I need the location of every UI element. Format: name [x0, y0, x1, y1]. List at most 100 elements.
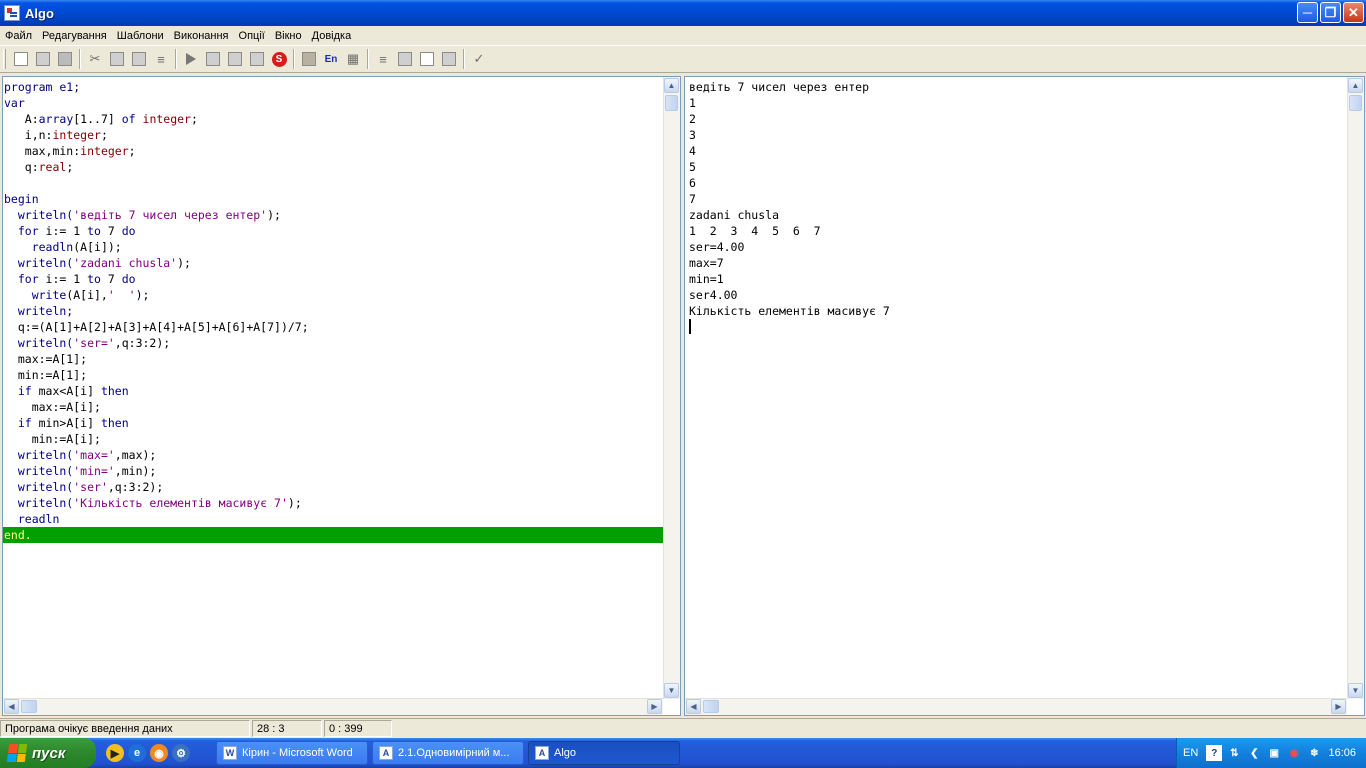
save-icon[interactable]: [55, 49, 75, 69]
code-line[interactable]: writeln('zadani chusla');: [3, 255, 663, 271]
scroll-thumb[interactable]: [665, 95, 678, 111]
code-line[interactable]: if min>A[i] then: [3, 415, 663, 431]
input-line[interactable]: [688, 319, 890, 335]
list-icon[interactable]: ≡: [373, 49, 393, 69]
code-token: to: [87, 224, 101, 238]
media-player-icon[interactable]: ▶: [106, 744, 124, 762]
code-line[interactable]: writeln;: [3, 303, 663, 319]
step-into-icon[interactable]: [225, 49, 245, 69]
output-vertical-scrollbar[interactable]: ▲ ▼: [1347, 77, 1364, 699]
tray-arrows-icon[interactable]: ⇅: [1226, 745, 1242, 761]
format-icon[interactable]: ≡: [151, 49, 171, 69]
menu-window[interactable]: Вікно: [270, 30, 307, 42]
taskbar-item-algo[interactable]: A Algo: [528, 741, 680, 765]
code-line[interactable]: write(A[i],' ');: [3, 287, 663, 303]
menu-edit[interactable]: Редагування: [37, 30, 112, 42]
code-lines[interactable]: program e1; var A:array[1..7] of integer;…: [3, 79, 663, 543]
code-line[interactable]: q:=(A[1]+A[2]+A[3]+A[4]+A[5]+A[6]+A[7])/…: [3, 319, 663, 335]
menu-templates[interactable]: Шаблони: [112, 30, 169, 42]
code-line[interactable]: writeln('ведіть 7 чисел через ентер');: [3, 207, 663, 223]
cut-icon[interactable]: ✂: [85, 49, 105, 69]
code-line[interactable]: max:=A[1];: [3, 351, 663, 367]
code-line-current[interactable]: end.: [3, 527, 663, 543]
document-icon[interactable]: [417, 49, 437, 69]
code-line[interactable]: writeln('min=',min);: [3, 463, 663, 479]
volume-icon[interactable]: ❄: [1306, 745, 1322, 761]
trace-icon[interactable]: [247, 49, 267, 69]
network-icon[interactable]: ▣: [1266, 745, 1282, 761]
window-icon[interactable]: [395, 49, 415, 69]
settings-icon[interactable]: ⚙: [172, 744, 190, 762]
code-line[interactable]: q:real;: [3, 159, 663, 175]
scroll-left-icon[interactable]: ◀: [4, 699, 19, 714]
code-line[interactable]: readln(A[i]);: [3, 239, 663, 255]
step-icon[interactable]: [203, 49, 223, 69]
scroll-down-icon[interactable]: ▼: [664, 683, 679, 698]
menu-help[interactable]: Довідка: [307, 30, 357, 42]
editor-vertical-scrollbar[interactable]: ▲ ▼: [663, 77, 680, 699]
scroll-thumb[interactable]: [1349, 95, 1362, 111]
scroll-right-icon[interactable]: ▶: [647, 699, 662, 714]
taskbar-item-word[interactable]: W Кірин - Microsoft Word: [216, 741, 368, 765]
language-icon[interactable]: En: [321, 49, 341, 69]
code-line[interactable]: writeln('ser=',q:3:2);: [3, 335, 663, 351]
menu-options[interactable]: Опції: [234, 30, 270, 42]
scroll-up-icon[interactable]: ▲: [664, 78, 679, 93]
browser-icon[interactable]: ◉: [150, 744, 168, 762]
grid-icon[interactable]: ▦: [343, 49, 363, 69]
tray-expand-icon[interactable]: ❮: [1246, 745, 1262, 761]
scroll-thumb[interactable]: [703, 700, 719, 713]
help-icon[interactable]: ?: [1206, 745, 1223, 761]
internet-explorer-icon[interactable]: e: [128, 744, 146, 762]
stop-icon[interactable]: S: [269, 49, 289, 69]
scroll-left-icon[interactable]: ◀: [686, 699, 701, 714]
start-button[interactable]: пуск: [0, 738, 96, 768]
toolbar-grip[interactable]: [3, 49, 6, 69]
maximize-button[interactable]: ❐: [1320, 2, 1341, 23]
editor-horizontal-scrollbar[interactable]: ◀ ▶: [3, 698, 663, 715]
antivirus-icon[interactable]: ◉: [1286, 745, 1302, 761]
scroll-up-icon[interactable]: ▲: [1348, 78, 1363, 93]
menu-file[interactable]: Файл: [0, 30, 37, 42]
menu-run[interactable]: Виконання: [169, 30, 234, 42]
help-icon[interactable]: ✓: [469, 49, 489, 69]
code-line[interactable]: writeln('max=',max);: [3, 447, 663, 463]
code-line[interactable]: A:array[1..7] of integer;: [3, 111, 663, 127]
title-bar[interactable]: Algo ─ ❐ ✕: [0, 0, 1366, 26]
output-horizontal-scrollbar[interactable]: ◀ ▶: [685, 698, 1347, 715]
code-line[interactable]: writeln('ser',q:3:2);: [3, 479, 663, 495]
scroll-right-icon[interactable]: ▶: [1331, 699, 1346, 714]
code-line[interactable]: begin: [3, 191, 663, 207]
output-icon[interactable]: [439, 49, 459, 69]
code-line[interactable]: max:=A[i];: [3, 399, 663, 415]
code-line[interactable]: for i:= 1 to 7 do: [3, 223, 663, 239]
code-line[interactable]: min:=A[1];: [3, 367, 663, 383]
scroll-down-icon[interactable]: ▼: [1348, 683, 1363, 698]
minimize-button[interactable]: ─: [1297, 2, 1318, 23]
clock[interactable]: 16:06: [1328, 747, 1356, 759]
code-token: readln: [4, 512, 60, 526]
paste-icon[interactable]: [129, 49, 149, 69]
open-folder-icon[interactable]: [33, 49, 53, 69]
code-line[interactable]: for i:= 1 to 7 do: [3, 271, 663, 287]
new-file-icon[interactable]: [11, 49, 31, 69]
code-line[interactable]: readln: [3, 511, 663, 527]
code-line[interactable]: min:=A[i];: [3, 431, 663, 447]
color-icon[interactable]: [299, 49, 319, 69]
code-line[interactable]: var: [3, 95, 663, 111]
code-line[interactable]: i,n:integer;: [3, 127, 663, 143]
app-icon[interactable]: [4, 5, 20, 21]
output-console[interactable]: ведіть 7 чисел через ентер 1 2 3 4 5 6 7 zadani …: [684, 76, 1365, 716]
language-indicator[interactable]: EN: [1183, 747, 1198, 759]
copy-icon[interactable]: [107, 49, 127, 69]
code-line[interactable]: writeln('Кількість елементів масивує 7')…: [3, 495, 663, 511]
close-button[interactable]: ✕: [1343, 2, 1364, 23]
run-icon[interactable]: [181, 49, 201, 69]
scroll-thumb[interactable]: [21, 700, 37, 713]
code-line[interactable]: max,min:integer;: [3, 143, 663, 159]
code-line[interactable]: program e1;: [3, 79, 663, 95]
code-line[interactable]: [3, 175, 663, 191]
code-editor[interactable]: program e1; var A:array[1..7] of integer;…: [2, 76, 681, 716]
taskbar-item-algo-file[interactable]: A 2.1.Одновимірний м...: [372, 741, 524, 765]
code-line[interactable]: if max<A[i] then: [3, 383, 663, 399]
